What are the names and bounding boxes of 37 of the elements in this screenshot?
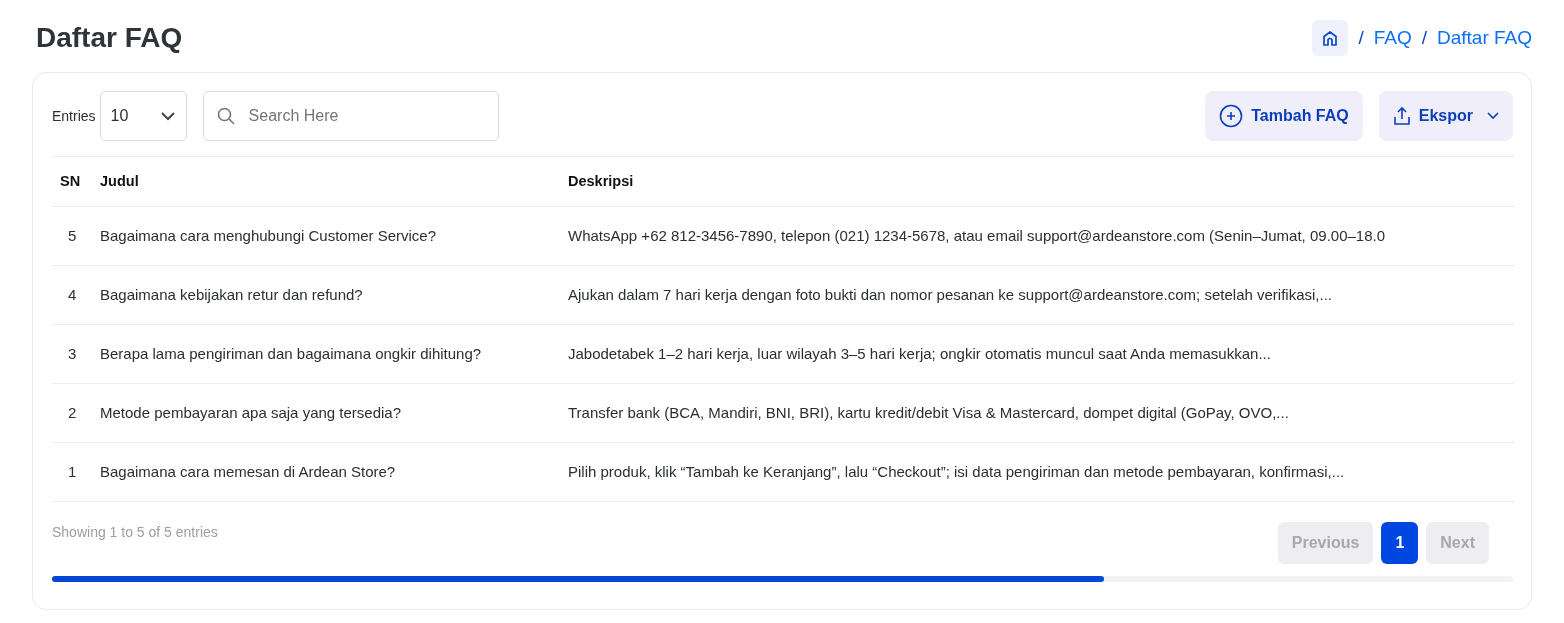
column-header: SN xyxy=(59,171,82,191)
table-cell-text: 5 xyxy=(67,225,78,246)
breadcrumb-separator: / xyxy=(1421,25,1427,50)
table-cell-text: 3 xyxy=(67,343,78,364)
column-header: Judul xyxy=(100,171,140,191)
horizontal-scrollbar[interactable] xyxy=(52,576,1513,582)
breadcrumb-link[interactable]: Daftar FAQ xyxy=(1436,23,1532,53)
table-cell-text: 4 xyxy=(67,284,78,305)
plus-circle-icon xyxy=(1219,104,1244,128)
table-cell-text: Bagaimana cara menghubungi Customer Service? xyxy=(100,225,438,246)
table-cell-text: WhatsApp +62 812-3456-7890, telepon (021) 1234-5678, atau email support@ardeanstore.com (Senin–Jumat, 09.00–18.0 xyxy=(568,225,1386,246)
breadcrumb-separator: / xyxy=(1358,25,1364,50)
table-cell-text: Metode pembayaran apa saja yang tersedia? xyxy=(100,402,403,423)
export-button[interactable]: Ekspor xyxy=(1378,91,1513,141)
upload-icon xyxy=(1392,106,1411,126)
table-cell-text: Bagaimana kebijakan retur dan refund? xyxy=(100,284,364,305)
column-header: Deskripsi xyxy=(568,171,634,191)
entries-select[interactable]: 10 xyxy=(99,91,187,141)
table-cell-text: Pilih produk, klik “Tambah ke Keranjang”, lalu “Checkout”; isi data pengiriman dan metode pembayaran, konfirmasi,... xyxy=(568,461,1345,482)
search-field[interactable]: Search Here xyxy=(202,91,499,141)
home-icon[interactable] xyxy=(1312,20,1349,56)
pagination-button[interactable]: 1 xyxy=(1381,522,1419,564)
table-cell-text: 2 xyxy=(67,402,78,423)
breadcrumb-link[interactable]: FAQ xyxy=(1373,23,1412,53)
table-cell-text: Bagaimana cara memesan di Ardean Store? xyxy=(100,461,397,482)
add-faq-button[interactable]: Tambah FAQ xyxy=(1205,91,1363,141)
chevron-down-icon xyxy=(159,111,176,121)
entries-summary: Showing 1 to 5 of 5 entries xyxy=(52,523,218,542)
table-cell-text: 1 xyxy=(67,461,78,482)
chevron-down-icon xyxy=(1487,112,1499,120)
table-cell-text: Jabodetabek 1–2 hari kerja, luar wilayah 3–5 hari kerja; ongkir otomatis muncul saat Anda memasukkan... xyxy=(568,343,1271,364)
table-cell-text: Ajukan dalam 7 hari kerja dengan foto bukti dan nomor pesanan ke support@ardeanstore.com; setelah verifikasi,... xyxy=(568,284,1332,305)
table-cell-text: Berapa lama pengiriman dan bagaimana ongkir dihitung? xyxy=(100,343,483,364)
entries-label: Entries xyxy=(52,106,96,126)
search-icon xyxy=(216,107,235,125)
table-cell-text: Transfer bank (BCA, Mandiri, BNI, BRI), kartu kredit/debit Visa & Mastercard, dompet digital (GoPay, OVO,... xyxy=(568,402,1289,423)
page-title: Daftar FAQ xyxy=(36,21,183,55)
